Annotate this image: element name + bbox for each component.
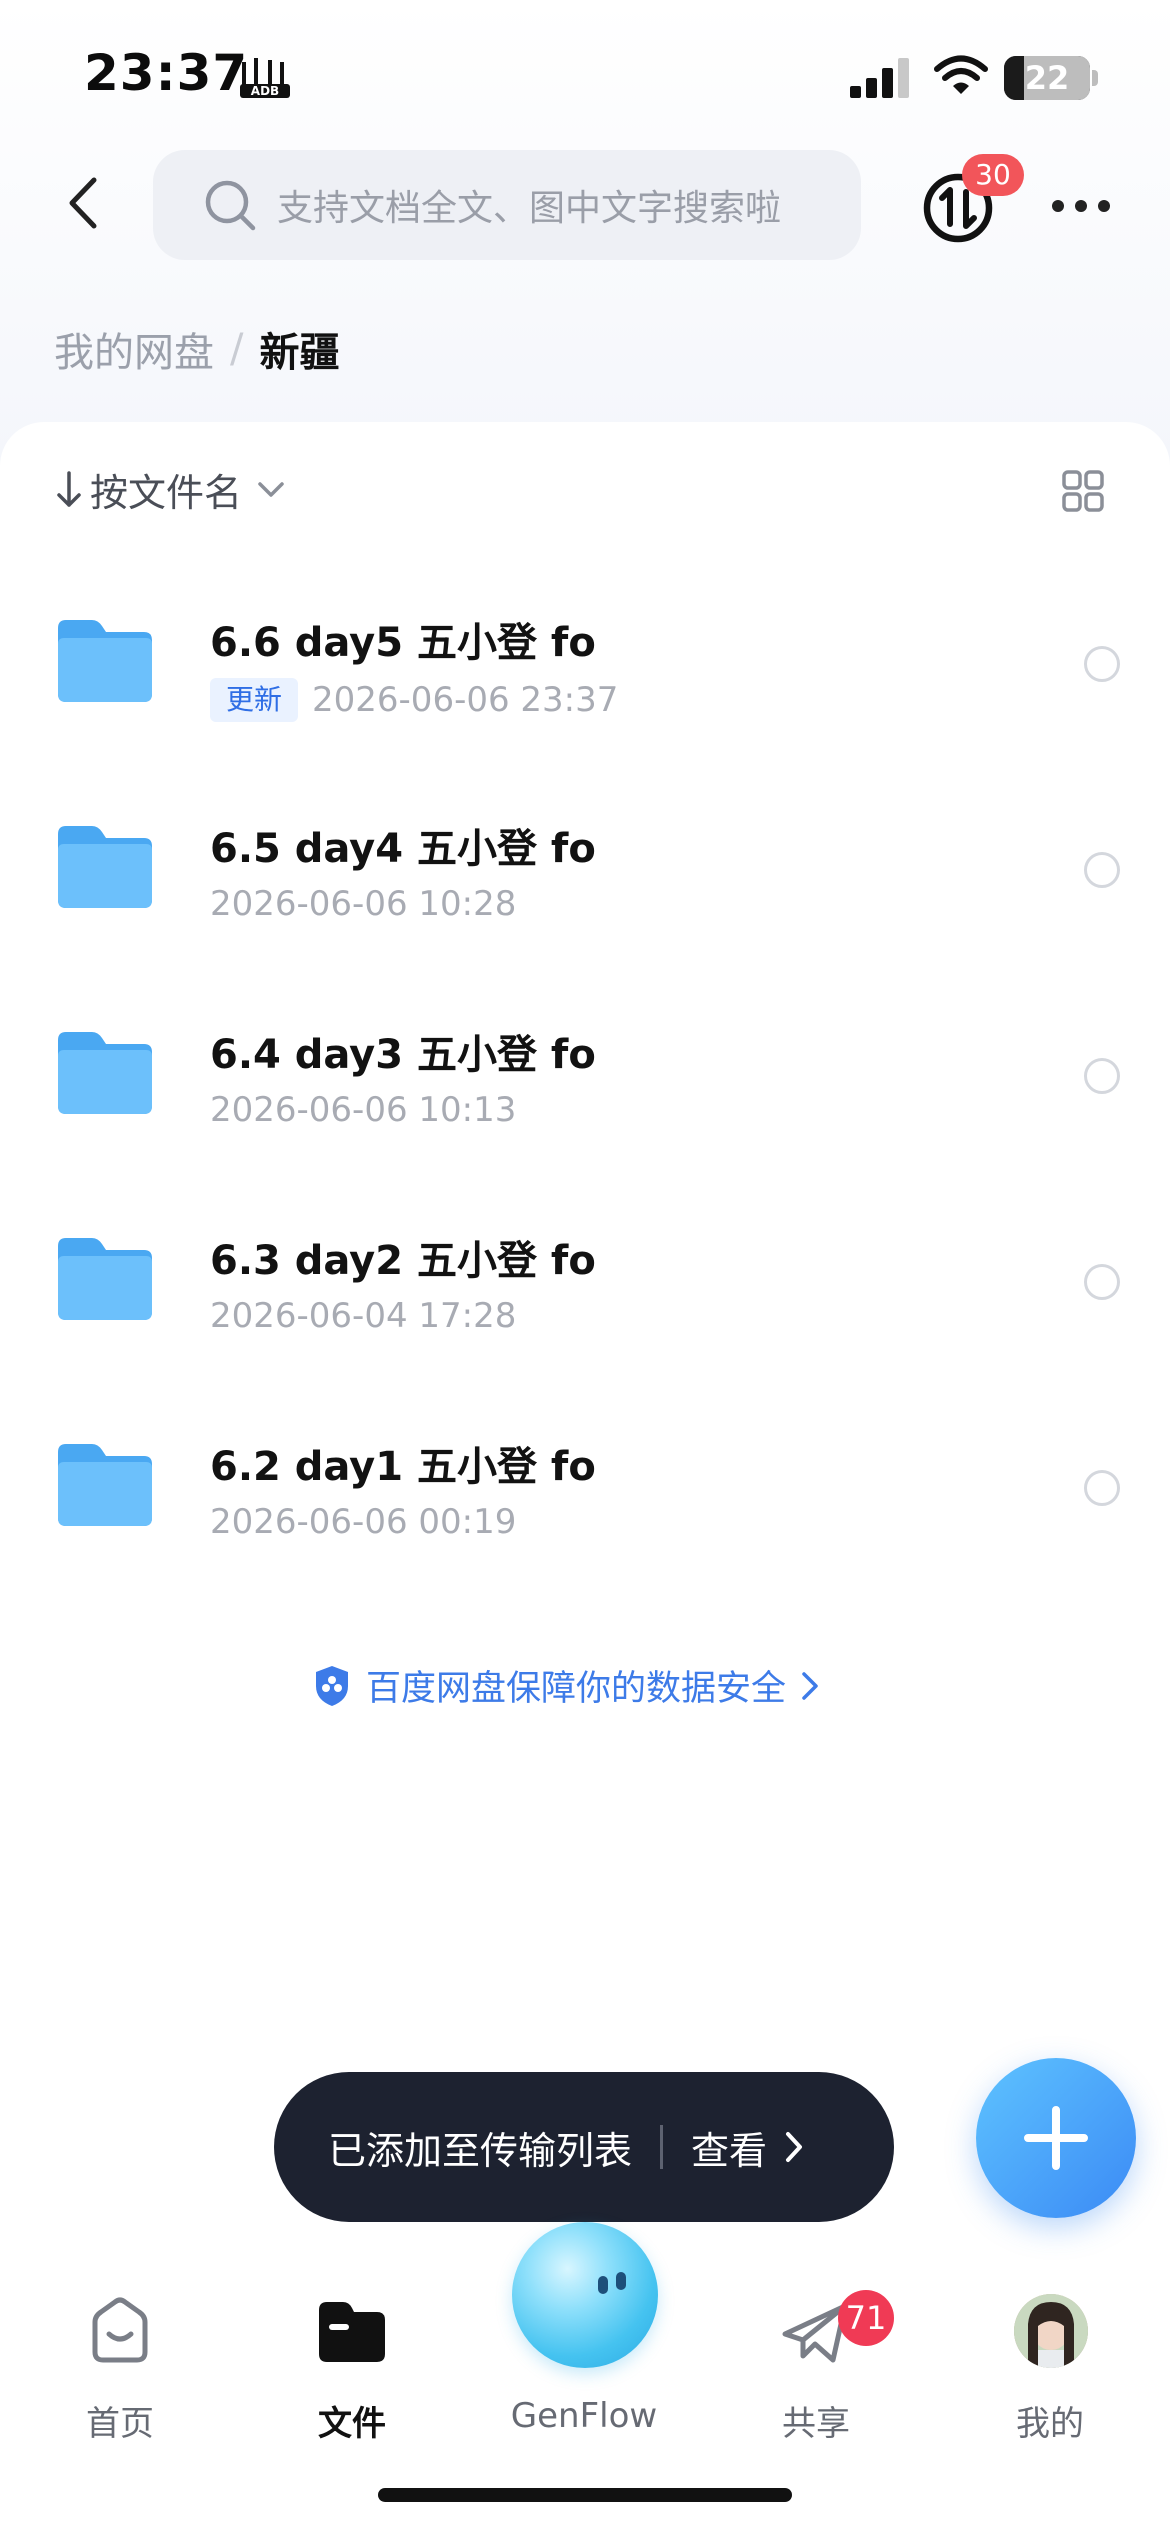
- grid-view-icon[interactable]: [1062, 470, 1104, 512]
- chevron-right-icon: [802, 1671, 818, 1700]
- status-bar: 23:37 ADB 22: [0, 0, 1170, 140]
- file-date: 2026-06-04 17:28: [210, 1296, 517, 1336]
- file-name: 6.3 day2 五小登 fo: [210, 1238, 596, 1284]
- avatar[interactable]: [1014, 2294, 1088, 2368]
- nav-files-label: 文件: [318, 2404, 386, 2444]
- transfer-badge: 30: [962, 154, 1024, 196]
- folder-icon: [58, 1238, 152, 1320]
- breadcrumb-root[interactable]: 我的网盘: [54, 320, 214, 378]
- select-checkbox[interactable]: [1084, 1058, 1120, 1094]
- folder-icon: [58, 620, 152, 702]
- folder-icon: [58, 1444, 152, 1526]
- toast-divider: [660, 2125, 664, 2169]
- breadcrumb-separator: /: [230, 326, 244, 372]
- file-meta: 2026-06-06 10:13: [210, 1090, 516, 1130]
- signal-icon: [850, 58, 909, 98]
- orb-eye: [598, 2276, 608, 2294]
- genflow-orb-icon[interactable]: [512, 2222, 658, 2368]
- toast-message: 已添加至传输列表: [328, 2128, 633, 2173]
- file-row[interactable]: 6.4 day3 五小登 fo 2026-06-06 10:13: [0, 992, 1170, 1192]
- add-button[interactable]: [976, 2058, 1136, 2218]
- file-row[interactable]: 6.3 day2 五小登 fo 2026-06-04 17:28: [0, 1198, 1170, 1398]
- more-icon[interactable]: [1050, 196, 1112, 216]
- update-badge: 更新: [210, 678, 299, 722]
- search-placeholder: 支持文档全文、图中文字搜索啦: [277, 188, 782, 229]
- orb-eye: [616, 2272, 626, 2290]
- file-meta: 更新 2026-06-06 23:37: [210, 678, 618, 722]
- avatar-image: [1014, 2294, 1088, 2368]
- file-date: 2026-06-06 10:13: [210, 1090, 517, 1130]
- file-name: 6.2 day1 五小登 fo: [210, 1444, 596, 1490]
- home-indicator: [378, 2488, 792, 2502]
- folder-icon: [58, 826, 152, 908]
- folder-icon: [58, 1032, 152, 1114]
- file-row[interactable]: 6.2 day1 五小登 fo 2026-06-06 00:19: [0, 1404, 1170, 1604]
- file-name: 6.6 day5 五小登 fo: [210, 620, 596, 666]
- nav-share-label: 共享: [782, 2404, 850, 2444]
- status-time: 23:37: [84, 44, 249, 102]
- breadcrumb-current: 新疆: [259, 330, 340, 376]
- file-date: 2026-06-06 10:28: [210, 884, 517, 924]
- breadcrumb: 我的网盘 / 新疆: [54, 320, 339, 378]
- app-notification-icon: ADB: [240, 58, 290, 98]
- file-row[interactable]: 6.6 day5 五小登 fo 更新 2026-06-06 23:37: [0, 580, 1170, 780]
- battery-tip: [1092, 70, 1098, 86]
- sort-label: 按文件名: [90, 471, 243, 515]
- battery-level: 22: [1024, 59, 1070, 97]
- select-checkbox[interactable]: [1084, 646, 1120, 682]
- sort-button[interactable]: 按文件名: [54, 462, 286, 517]
- file-name: 6.4 day3 五小登 fo: [210, 1032, 596, 1078]
- transfer-toast: 已添加至传输列表 查看: [274, 2072, 894, 2222]
- share-badge: 71: [838, 2290, 894, 2346]
- select-checkbox[interactable]: [1084, 852, 1120, 888]
- security-notice-link[interactable]: 百度网盘保障你的数据安全: [312, 1660, 820, 1711]
- shield-icon: [316, 1665, 348, 1706]
- file-meta: 2026-06-04 17:28: [210, 1296, 516, 1336]
- file-date: 2026-06-06 00:19: [210, 1502, 517, 1542]
- file-meta: 2026-06-06 00:19: [210, 1502, 516, 1542]
- file-date: 2026-06-06 23:37: [312, 680, 619, 720]
- plus-icon: [1024, 2106, 1088, 2170]
- file-row[interactable]: 6.5 day4 五小登 fo 2026-06-06 10:28: [0, 786, 1170, 986]
- select-checkbox[interactable]: [1084, 1470, 1120, 1506]
- battery-icon: 22: [1004, 56, 1090, 100]
- chevron-right-icon: [786, 2132, 803, 2162]
- nav-me-label: 我的: [1016, 2404, 1084, 2444]
- nav-genflow-label: GenFlow: [510, 2396, 658, 2436]
- chevron-down-icon: [258, 481, 284, 497]
- back-icon[interactable]: [60, 172, 110, 234]
- svg-text:ADB: ADB: [251, 84, 279, 98]
- home-icon: [92, 2297, 148, 2363]
- wifi-icon: [934, 55, 988, 94]
- select-checkbox[interactable]: [1084, 1264, 1120, 1300]
- sort-arrow-icon: [57, 470, 81, 507]
- search-input[interactable]: 支持文档全文、图中文字搜索啦: [153, 150, 861, 260]
- file-name: 6.5 day4 五小登 fo: [210, 826, 596, 872]
- nav-home-label: 首页: [86, 2404, 154, 2444]
- file-meta: 2026-06-06 10:28: [210, 884, 516, 924]
- search-icon: [205, 180, 256, 231]
- toast-view-button[interactable]: 查看: [691, 2120, 767, 2175]
- folder-icon: [319, 2302, 385, 2362]
- security-notice-text: 百度网盘保障你的数据安全: [366, 1669, 787, 1709]
